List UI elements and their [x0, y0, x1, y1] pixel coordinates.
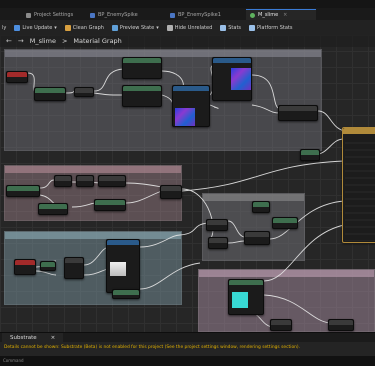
add-node[interactable] — [54, 175, 72, 187]
constant-node[interactable] — [40, 261, 56, 271]
toolbar-apply-button[interactable]: ly — [0, 20, 10, 35]
vector-parameter-node[interactable] — [228, 279, 264, 315]
lerp-node[interactable] — [328, 319, 354, 331]
hide-unrelated-button[interactable]: Hide Unrelated — [163, 20, 217, 35]
chevron-down-icon: ▾ — [156, 24, 159, 31]
constant-node[interactable] — [300, 149, 320, 161]
back-arrow-icon[interactable]: ← — [6, 37, 12, 45]
tab-label: BP_EnemySpike1 — [178, 12, 221, 18]
scalar-parameter-node[interactable] — [272, 217, 298, 229]
texture-sample-node[interactable] — [212, 57, 252, 101]
vector-parameter-node[interactable] — [94, 199, 126, 211]
close-tab-icon[interactable]: × — [51, 335, 56, 341]
breadcrumb-separator: > — [61, 37, 68, 45]
constant-node[interactable] — [252, 201, 270, 213]
live-update-button[interactable]: Live Update ▾ — [10, 20, 60, 35]
preview-state-button[interactable]: Preview State ▾ — [108, 20, 163, 35]
tab-project-settings[interactable]: Project Settings — [22, 9, 77, 20]
toolbar-label: Preview State — [119, 24, 155, 31]
blueprint-icon — [90, 12, 95, 18]
stats-button[interactable]: Stats — [216, 20, 245, 35]
material-result-node[interactable] — [342, 127, 375, 243]
platform-stats-icon — [249, 24, 256, 31]
color-preview-swatch — [232, 292, 248, 308]
multiply-node[interactable] — [270, 319, 292, 331]
multiply-node[interactable] — [74, 87, 94, 97]
forward-arrow-icon[interactable]: → — [18, 37, 24, 45]
tab-label: BP_EnemySpike — [98, 12, 138, 18]
preview-state-icon — [111, 24, 118, 31]
panner-node[interactable] — [122, 85, 162, 107]
tab-bp-enemyspike1[interactable]: BP_EnemySpike1 — [166, 9, 225, 20]
clean-graph-button[interactable]: Clean Graph — [61, 20, 108, 35]
lerp-node[interactable] — [278, 105, 318, 121]
graph-breadcrumb: ← → M_slime > Material Graph — [0, 35, 375, 47]
live-update-icon — [14, 24, 21, 31]
editor-tab-bar: Project Settings BP_EnemySpike BP_EnemyS… — [0, 8, 375, 20]
toolbar-label: Hide Unrelated — [174, 24, 213, 31]
texcoord-node[interactable] — [34, 87, 66, 101]
texture-preview-thumbnail — [175, 108, 195, 126]
substrate-warning-message: Details cannot be shown: Substrate (Beta… — [0, 342, 375, 356]
texture-preview-thumbnail — [231, 68, 251, 90]
material-graph-canvas[interactable]: ← → M_slime > Material Graph — [0, 35, 375, 332]
material-editor-toolbar: ly Live Update ▾ Clean Graph Preview Sta… — [0, 20, 375, 35]
breadcrumb-root[interactable]: M_slime — [30, 37, 56, 45]
multiply-node[interactable] — [208, 237, 228, 249]
texture-sample-node[interactable] — [106, 239, 140, 293]
toolbar-label: Live Update — [22, 24, 53, 31]
tab-m-slime[interactable]: M_slime × — [246, 9, 316, 20]
panner-node[interactable] — [122, 57, 162, 79]
constant-node[interactable] — [38, 203, 68, 215]
blueprint-icon — [170, 12, 175, 18]
tab-bp-enemyspike[interactable]: BP_EnemySpike — [86, 9, 142, 20]
multiply-node[interactable] — [76, 175, 94, 187]
material-icon — [250, 12, 255, 18]
clean-graph-icon — [64, 24, 71, 31]
breadcrumb-current: Material Graph — [73, 37, 122, 45]
texture-preview-thumbnail — [110, 262, 126, 276]
fresnel-node[interactable] — [206, 219, 228, 231]
substrate-tab-label: Substrate — [10, 335, 37, 341]
toolbar-label: ly — [2, 24, 7, 31]
tab-label: Project Settings — [34, 12, 74, 18]
stats-icon — [220, 24, 227, 31]
details-panel-tab-bar: Substrate × — [0, 332, 375, 343]
command-console[interactable]: Command — [0, 356, 375, 366]
power-node[interactable] — [98, 175, 126, 187]
add-node[interactable] — [244, 231, 270, 245]
parameter-node[interactable] — [6, 71, 28, 83]
settings-icon — [26, 12, 31, 18]
platform-stats-button[interactable]: Platform Stats — [245, 20, 296, 35]
texture-sample-node[interactable] — [172, 85, 210, 127]
chevron-down-icon: ▾ — [54, 24, 57, 31]
multiply-node[interactable] — [64, 257, 84, 279]
tab-label: M_slime — [258, 12, 279, 18]
parameter-node[interactable] — [14, 259, 36, 275]
toolbar-label: Stats — [228, 24, 242, 31]
scalar-parameter-node[interactable] — [112, 289, 140, 299]
scalar-parameter-node[interactable] — [6, 185, 40, 197]
toolbar-label: Clean Graph — [72, 24, 104, 31]
close-tab-icon[interactable]: × — [283, 12, 287, 18]
toolbar-label: Platform Stats — [257, 24, 293, 31]
lerp-node[interactable] — [160, 185, 182, 199]
hide-unrelated-icon — [166, 24, 173, 31]
